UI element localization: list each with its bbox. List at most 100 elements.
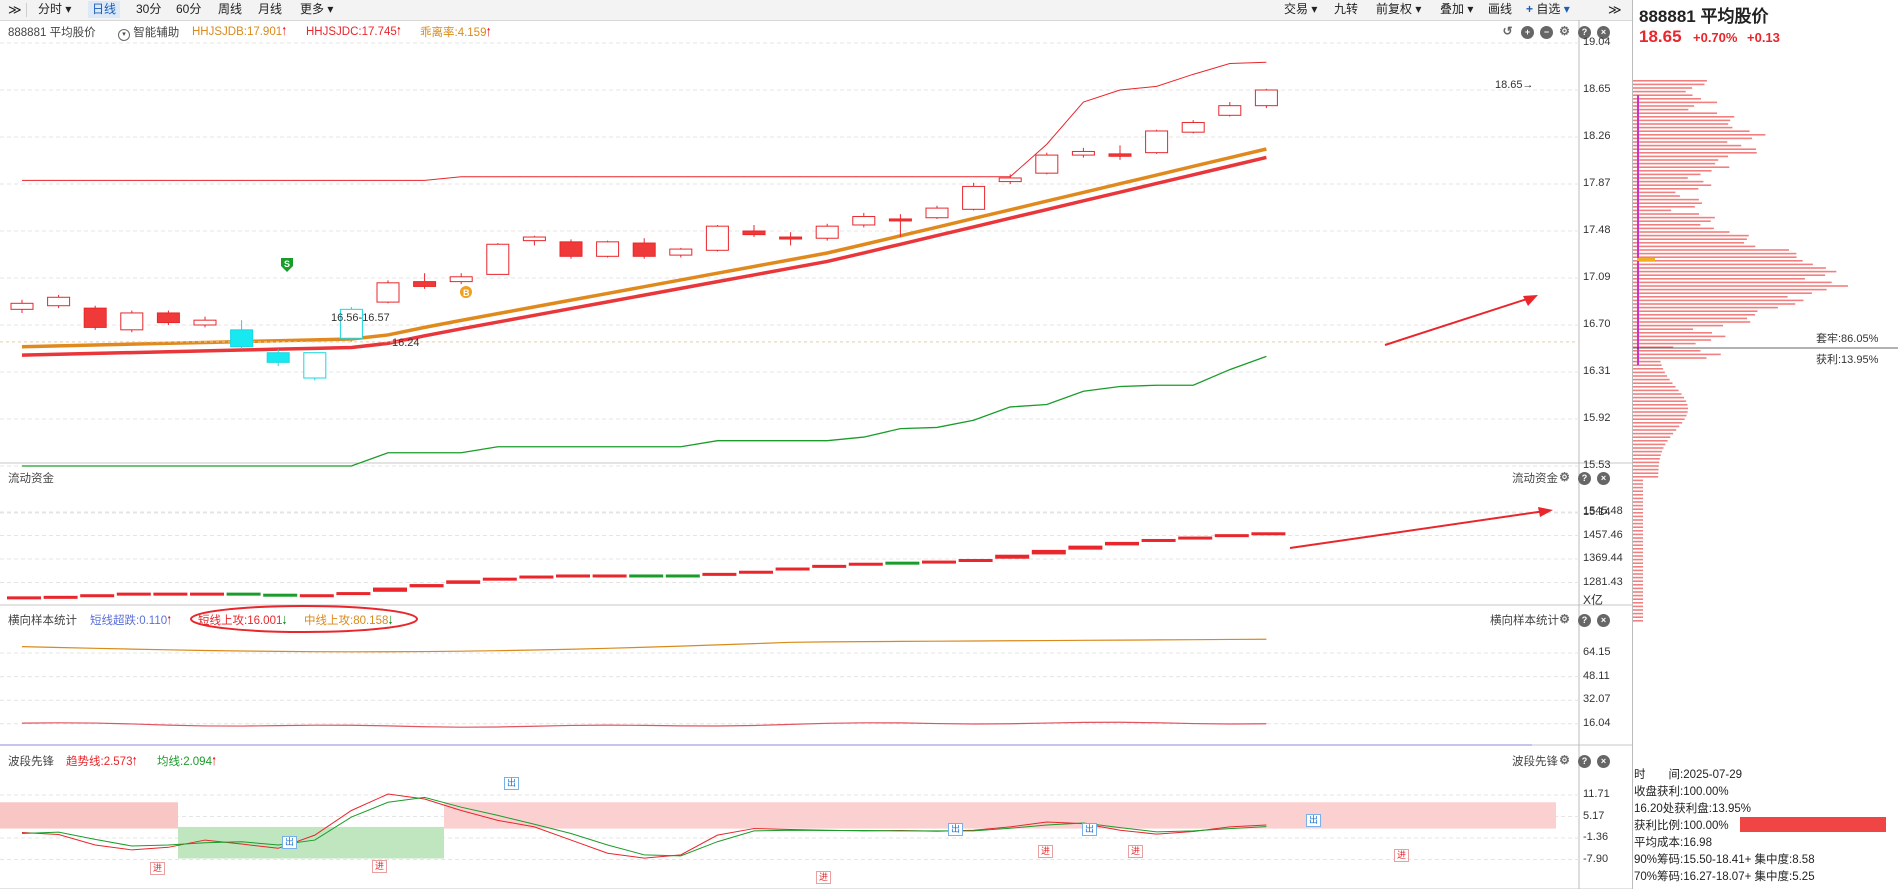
chip-bar [1633,429,1676,431]
buy-in-badge: 进 [1128,845,1143,858]
trade-menu[interactable]: 交易 ▾ [1280,1,1321,18]
chip-bar [1633,498,1643,500]
close-icon[interactable]: × [1597,614,1610,627]
svg-text:S: S [284,259,290,269]
arrow-up-icon: 🠑 [167,615,171,627]
flow-title: 流动资金 [8,470,54,486]
period-daily[interactable]: 日线 [88,1,120,18]
chip-bar [1633,202,1702,204]
trend-arrow-icon [1385,295,1538,345]
chip-bar [1633,390,1679,392]
period-30min[interactable]: 30分 [132,1,165,18]
chip-bar [1633,336,1725,338]
buy-in-badge: 进 [1038,845,1053,858]
flow-bar [117,593,151,596]
chip-profit: 获利:13.95% [1816,351,1878,367]
dropdown-circle-icon: ▾ [118,29,130,41]
settings-icon[interactable]: ⚙ [1558,471,1571,484]
flow-bar [702,573,736,576]
y-axis-tick: 17.09 [1583,271,1611,283]
stat-avg-cost: 平均成本:16.98 [1634,834,1712,850]
collapse-left-icon[interactable]: ≫ [4,1,26,18]
chip-bar [1633,588,1643,590]
sell-out-badge: 出 [282,836,297,849]
close-icon[interactable]: × [1597,755,1610,768]
period-more[interactable]: 更多 ▾ [296,1,337,18]
chip-bar [1633,105,1694,107]
nine-turn-button[interactable]: 九转 [1330,1,1362,18]
sell-out-badge: 出 [948,823,963,836]
y-axis-tick: 32.07 [1583,693,1611,705]
period-toolbar: ≫ 分时 ▾ 日线 30分 60分 周线 月线 更多 ▾ 交易 ▾ 九转 前复权… [0,0,1898,21]
refresh-icon[interactable]: ↺ [1501,25,1514,38]
draw-line-button[interactable]: 画线 [1484,1,1516,18]
wave-lines [0,794,1556,858]
chip-bar [1633,217,1715,219]
chip-trapped: 套牢:86.05% [1816,330,1878,346]
expand-right-icon[interactable]: ≫ [1604,1,1626,18]
period-weekly[interactable]: 周线 [214,1,246,18]
flow-bar [44,596,78,599]
chip-bar [1633,235,1749,237]
chip-bar [1633,555,1643,557]
candle [816,224,838,241]
buy-in-badge: 进 [816,871,831,884]
chip-bar [1633,321,1750,323]
period-60min[interactable]: 60分 [172,1,205,18]
stat-title-right: 横向样本统计 [1490,612,1559,628]
y-axis-tick: 11.71 [1583,788,1610,800]
flow-unit: X亿 [1583,591,1603,608]
chip-bar [1633,213,1699,215]
settings-icon[interactable]: ⚙ [1558,25,1571,38]
close-icon[interactable]: × [1597,472,1610,485]
y-axis-tick: 16.31 [1583,365,1611,377]
help-icon[interactable]: ? [1578,472,1591,485]
y-axis-tick: 1281.43 [1583,576,1623,588]
chip-bar [1633,476,1658,478]
plus-icon: + [1526,2,1533,16]
smart-assist-toggle[interactable]: ▾ 智能辅助 [118,24,179,41]
main-chart-area[interactable]: SB [0,20,1632,889]
flow-bar [556,574,590,577]
chip-bar [1633,458,1660,460]
zoom-out-icon[interactable]: − [1540,26,1553,39]
chevron-down-icon: ▾ [1311,2,1317,16]
chip-bar [1633,519,1643,521]
zoom-in-icon[interactable]: + [1521,26,1534,39]
chip-bar [1633,228,1714,230]
candle [853,213,875,227]
flow-bar [1068,546,1102,550]
period-intraday[interactable]: 分时 ▾ [34,1,75,18]
short-attack-line [22,722,1266,727]
chip-bar [1633,159,1718,161]
svg-text:B: B [463,288,470,298]
buy-signal-icon: B [460,286,472,298]
flow-bar [1105,542,1139,546]
help-icon[interactable]: ? [1578,755,1591,768]
chip-bar [1633,382,1672,384]
profit-ratio-bar [1740,817,1886,832]
chip-bar [1633,296,1788,298]
chip-bar [1633,206,1695,208]
chip-bar [1633,541,1643,543]
sell-out-badge: 出 [504,777,519,790]
chip-bar [1633,422,1682,424]
chip-bar [1633,184,1711,186]
chip-bar [1633,188,1698,190]
add-watchlist-button[interactable]: + 自选 ▾ [1522,1,1574,18]
chip-bar [1633,148,1756,150]
chip-bar [1633,127,1732,129]
chip-bar [1633,620,1643,622]
cost-line [1637,95,1639,365]
period-monthly[interactable]: 月线 [254,1,286,18]
settings-icon[interactable]: ⚙ [1558,613,1571,626]
overlay-menu[interactable]: 叠加 ▾ [1436,1,1477,18]
settings-icon[interactable]: ⚙ [1558,754,1571,767]
help-icon[interactable]: ? [1578,614,1591,627]
candle [963,183,985,211]
chip-bar [1633,368,1663,370]
candle [1072,148,1094,158]
adjust-menu[interactable]: 前复权 ▾ [1372,1,1425,18]
highlight-ellipse [188,603,420,635]
flow-bar [1142,539,1176,542]
